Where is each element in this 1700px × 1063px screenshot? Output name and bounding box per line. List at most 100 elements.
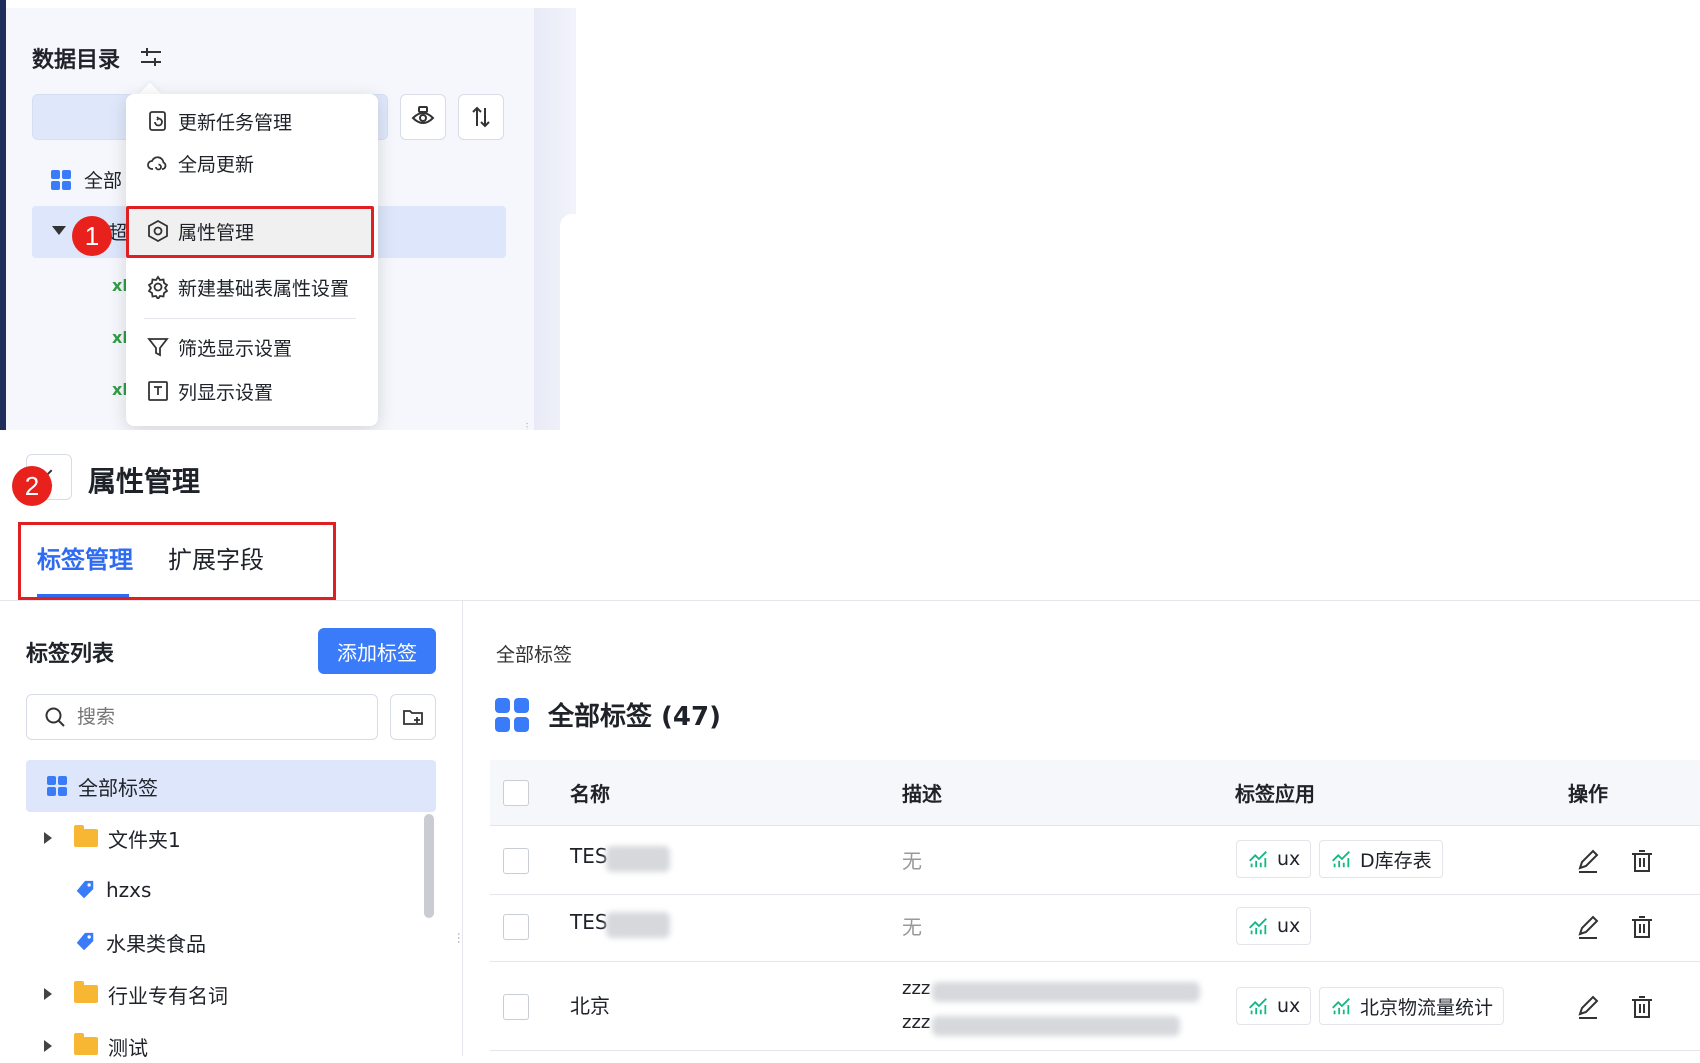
view-settings-button[interactable]: [400, 94, 446, 140]
step-badge-1: 1: [72, 216, 112, 256]
step-badge-2: 2: [12, 466, 52, 506]
content-card-edge: [560, 214, 576, 430]
edit-icon[interactable]: [1575, 994, 1601, 1020]
tree-item-label: 测试: [108, 1035, 148, 1060]
menu-item-label: 更新任务管理: [178, 111, 293, 134]
tag-usage-label: 北京物流量统计: [1360, 996, 1494, 1019]
redacted-text: [606, 912, 670, 938]
tag-search-input[interactable]: [75, 705, 335, 729]
menu-item-attribute-management[interactable]: 属性管理: [146, 214, 254, 248]
tag-name-cell: TES: [570, 910, 608, 934]
tag-usage-chip[interactable]: ux: [1236, 987, 1312, 1025]
catalog-title: 数据目录: [32, 48, 121, 73]
menu-item-column-display[interactable]: 列显示设置: [146, 374, 273, 408]
tag-usage-label: ux: [1277, 848, 1301, 870]
caret-right-icon[interactable]: [44, 988, 52, 1000]
chart-icon: [1332, 998, 1350, 1015]
menu-item-label: 列显示设置: [178, 381, 274, 404]
redacted-text: [932, 982, 1200, 1002]
active-tab-indicator: [37, 594, 129, 597]
tree-item-label: 全部标签: [78, 775, 158, 800]
tag-usage-label: ux: [1277, 995, 1301, 1017]
sort-button[interactable]: [458, 94, 504, 140]
row-divider: [490, 1050, 1700, 1051]
tag-description-cell: zzz: [902, 1012, 931, 1033]
tag-usage-chip[interactable]: 北京物流量统计: [1319, 987, 1505, 1025]
column-header-name: 名称: [570, 782, 610, 806]
menu-item-label: 筛选显示设置: [178, 337, 293, 360]
redacted-text: [606, 846, 670, 872]
tag-usage-chip[interactable]: D库存表: [1319, 840, 1443, 878]
tag-description-cell: zzz: [902, 978, 931, 999]
select-all-checkbox[interactable]: [503, 780, 529, 806]
tag-usage-chip[interactable]: ux: [1236, 907, 1312, 945]
caret-right-icon[interactable]: [44, 1040, 52, 1052]
folder-icon: [74, 1033, 98, 1055]
row-divider: [490, 961, 1700, 962]
tree-item-all-tags[interactable]: 全部标签: [26, 760, 436, 812]
tag-usage-chip[interactable]: ux: [1236, 840, 1312, 878]
tag-usage-label: D库存表: [1360, 849, 1432, 872]
menu-item-new-table-attr[interactable]: 新建基础表属性设置: [146, 270, 349, 304]
tree-item-folder[interactable]: 测试: [44, 1029, 148, 1063]
menu-item-update-task[interactable]: 更新任务管理: [146, 104, 292, 138]
sliders-icon[interactable]: [138, 44, 164, 70]
chart-icon: [1332, 851, 1350, 868]
column-header-description: 描述: [902, 782, 942, 806]
tab-extended-fields[interactable]: 扩展字段: [168, 540, 264, 575]
menu-item-label: 属性管理: [178, 221, 255, 244]
menu-divider: [144, 318, 356, 319]
tree-item-tag[interactable]: hzxs: [44, 873, 151, 907]
edit-icon[interactable]: [1575, 848, 1601, 874]
redacted-text: [932, 1016, 1180, 1036]
row-divider: [490, 894, 1700, 895]
caret-down-icon[interactable]: [52, 226, 66, 235]
menu-item-label: 全局更新: [178, 153, 255, 176]
tree-item-tag[interactable]: 水果类食品: [44, 925, 206, 959]
delete-icon[interactable]: [1629, 848, 1655, 874]
folder-icon: [74, 825, 98, 847]
row-checkbox[interactable]: [503, 848, 529, 874]
column-icon: [148, 381, 168, 401]
menu-item-filter-display[interactable]: 筛选显示设置: [146, 330, 292, 364]
cloud-refresh-icon: [147, 156, 167, 171]
tag-search-field[interactable]: [26, 694, 378, 740]
tree-item-label: 行业专有名词: [108, 983, 228, 1008]
tree-scrollbar[interactable]: [424, 814, 434, 918]
row-checkbox[interactable]: [503, 994, 529, 1020]
panel-resize-handle[interactable]: ⋮: [522, 422, 532, 430]
tree-item-folder[interactable]: 文件夹1: [44, 821, 181, 855]
tree-item-label: 文件夹1: [108, 827, 181, 852]
chart-icon: [1249, 918, 1267, 935]
tag-description-cell: 无: [902, 915, 922, 939]
caret-right-icon[interactable]: [44, 832, 52, 844]
tag-description-cell: 无: [902, 849, 922, 873]
tag-list-title: 标签列表: [26, 642, 115, 667]
tag-icon: [76, 932, 94, 951]
search-icon: [45, 707, 65, 727]
tree-item-label: 水果类食品: [106, 931, 206, 956]
tab-tag-management[interactable]: 标签管理: [37, 540, 133, 575]
chart-icon: [1249, 998, 1267, 1015]
delete-icon[interactable]: [1629, 994, 1655, 1020]
new-folder-button[interactable]: [390, 694, 436, 740]
row-checkbox[interactable]: [503, 914, 529, 940]
delete-icon[interactable]: [1629, 914, 1655, 940]
menu-item-global-update[interactable]: 全局更新: [146, 146, 254, 180]
folder-icon: [74, 981, 98, 1003]
tag-usage-label: ux: [1277, 915, 1301, 937]
task-refresh-icon: [149, 111, 166, 131]
add-tag-button[interactable]: 添加标签: [318, 628, 436, 674]
folder-add-icon: [403, 710, 423, 725]
catalog-all-item[interactable]: 全部: [50, 166, 122, 193]
tree-item-folder[interactable]: 行业专有名词: [44, 977, 228, 1011]
sort-icon: [472, 106, 490, 128]
catalog-screenshot: 数据目录 全部 超 xl xl xl ⋮ 更新任务管理 全局更新 属性管理 新建…: [0, 0, 576, 430]
breadcrumb: 全部标签: [496, 644, 573, 666]
tags-heading: 全部标签 (47): [494, 696, 721, 733]
tag-name-cell: 北京: [570, 994, 610, 1018]
chart-icon: [1249, 851, 1267, 868]
edit-icon[interactable]: [1575, 914, 1601, 940]
column-header-tag-usage: 标签应用: [1235, 782, 1315, 806]
tag-name-cell: TES: [570, 844, 608, 868]
